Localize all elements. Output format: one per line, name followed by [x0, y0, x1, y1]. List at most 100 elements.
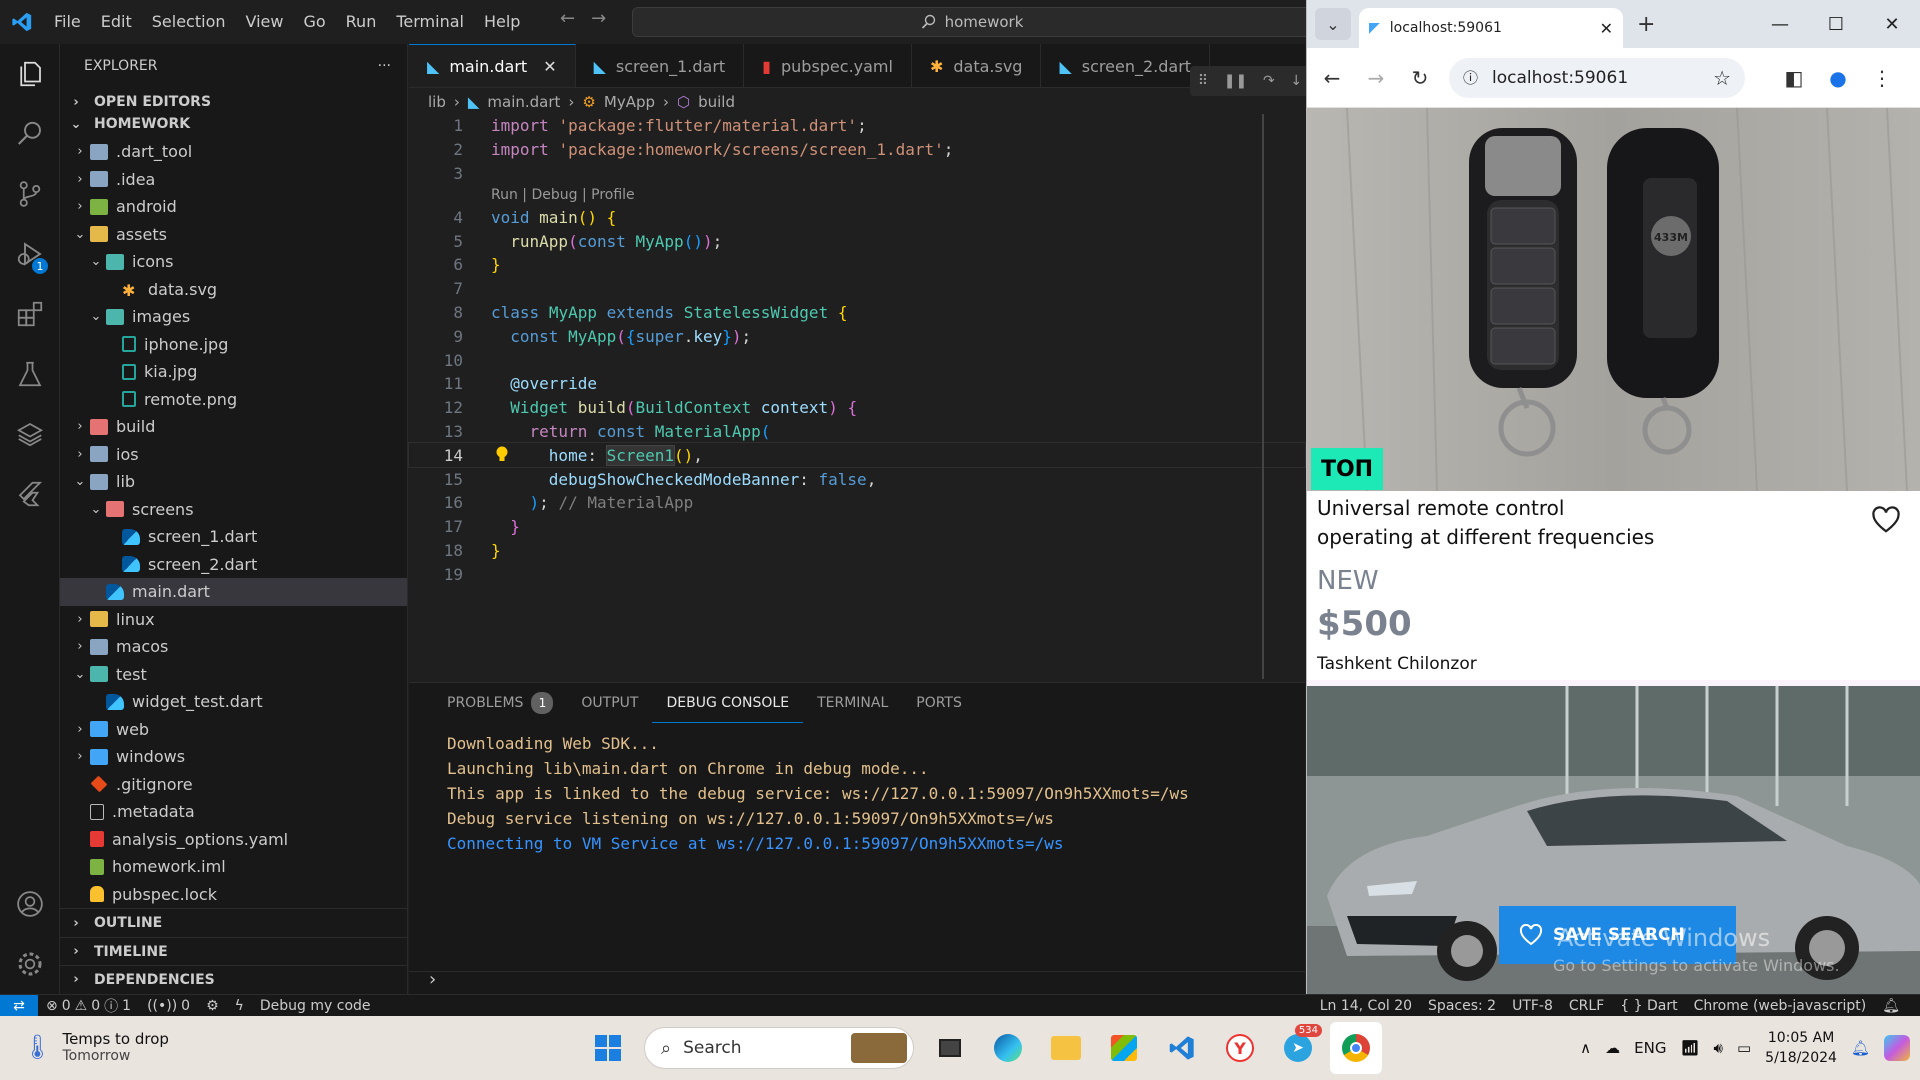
volume-icon[interactable]: 🔊︎: [1714, 1039, 1723, 1057]
forward-icon[interactable]: →: [1361, 66, 1391, 90]
accounts-activity[interactable]: [0, 874, 60, 934]
maximize-icon[interactable]: ☐: [1808, 14, 1864, 35]
pause-icon[interactable]: ❚❚: [1224, 73, 1247, 89]
start-button[interactable]: [582, 1022, 634, 1074]
tab-data-svg[interactable]: ✱ data.svg: [912, 44, 1042, 87]
source-control-activity[interactable]: [0, 164, 60, 224]
wifi-icon[interactable]: 📶︎: [1680, 1039, 1699, 1057]
tree-item[interactable]: › web: [60, 716, 407, 744]
dependencies-section[interactable]: › DEPENDENCIES: [60, 965, 408, 993]
code-line[interactable]: 5 runApp(const MyApp());: [409, 229, 1305, 253]
edge-app[interactable]: [982, 1022, 1034, 1074]
step-over-icon[interactable]: ↷: [1263, 73, 1275, 89]
tree-item[interactable]: homework.iml: [60, 853, 407, 881]
console-input-prompt[interactable]: ›: [429, 969, 436, 990]
extensions-activity[interactable]: [0, 284, 60, 344]
tree-item[interactable]: ⌄ assets: [60, 221, 407, 249]
lightbulb-icon[interactable]: [494, 445, 510, 463]
tree-item[interactable]: pubspec.lock: [60, 881, 407, 909]
settings-activity[interactable]: [0, 934, 60, 994]
back-arrow-icon[interactable]: ←: [560, 8, 575, 29]
tab-pubspec-yaml[interactable]: ▮ pubspec.yaml: [744, 44, 912, 87]
more-menu-icon[interactable]: ⋮: [1867, 66, 1897, 90]
close-tab-icon[interactable]: ✕: [543, 57, 556, 76]
tab-debug-console[interactable]: DEBUG CONSOLE: [652, 684, 804, 723]
tree-item[interactable]: › android: [60, 193, 407, 221]
testing-activity[interactable]: [0, 344, 60, 404]
explorer-more-actions[interactable]: ···: [378, 58, 391, 74]
search-activity[interactable]: [0, 104, 60, 164]
close-tab-icon[interactable]: ✕: [1600, 19, 1613, 38]
clock[interactable]: 10:05 AM 5/18/2024: [1765, 1028, 1837, 1068]
code-line[interactable]: 13 return const MaterialApp(: [409, 420, 1305, 444]
close-window-icon[interactable]: ✕: [1864, 14, 1920, 35]
tree-item[interactable]: › linux: [60, 606, 407, 634]
code-line[interactable]: 11 @override: [409, 372, 1305, 396]
encoding-status[interactable]: UTF-8: [1504, 998, 1561, 1014]
tree-item[interactable]: › windows: [60, 743, 407, 771]
ports-status[interactable]: ((•)) 0: [139, 998, 198, 1014]
drag-handle-icon[interactable]: ⠿: [1198, 73, 1208, 89]
eol-status[interactable]: CRLF: [1561, 998, 1612, 1014]
workspace-root-section[interactable]: ⌄ HOMEWORK: [60, 110, 407, 138]
menu-view[interactable]: View: [236, 0, 294, 44]
tab-problems[interactable]: PROBLEMS 1: [433, 683, 567, 723]
step-into-icon[interactable]: ↓: [1290, 73, 1302, 89]
file-explorer-app[interactable]: [1040, 1022, 1092, 1074]
reload-icon[interactable]: ↻: [1405, 66, 1435, 90]
store-app[interactable]: [1098, 1022, 1150, 1074]
menu-help[interactable]: Help: [474, 0, 530, 44]
tab-screen-2-dart[interactable]: ◣ screen_2.dart: [1041, 44, 1211, 87]
code-line[interactable]: 1 import 'package:flutter/material.dart';: [409, 114, 1305, 138]
listing-title[interactable]: Universal remote control operating at di…: [1317, 494, 1837, 552]
command-center[interactable]: homework: [632, 7, 1312, 37]
chevron-up-icon[interactable]: ∧: [1580, 1039, 1591, 1057]
menu-run[interactable]: Run: [336, 0, 387, 44]
code-line[interactable]: 19: [409, 562, 1305, 586]
minimize-icon[interactable]: —: [1752, 14, 1808, 35]
breadcrumb-file[interactable]: main.dart: [487, 93, 560, 111]
device-status[interactable]: Chrome (web-javascript): [1686, 998, 1875, 1014]
tree-item[interactable]: iphone.jpg: [60, 331, 407, 359]
stack-activity[interactable]: [0, 404, 60, 464]
menu-terminal[interactable]: Terminal: [386, 0, 474, 44]
code-line[interactable]: 8 class MyApp extends StatelessWidget {: [409, 301, 1305, 325]
menu-file[interactable]: File: [44, 0, 91, 44]
run-debug-activity[interactable]: 1: [0, 224, 60, 284]
breadcrumb-method[interactable]: build: [698, 93, 735, 111]
debug-status[interactable]: ⚙: [198, 998, 227, 1014]
favorite-heart-icon[interactable]: [1871, 506, 1901, 534]
tab-terminal[interactable]: TERMINAL: [803, 683, 902, 723]
indentation-status[interactable]: Spaces: 2: [1420, 998, 1504, 1014]
cursor-position-status[interactable]: Ln 14, Col 20: [1312, 998, 1420, 1014]
code-line[interactable]: 12 Widget build(BuildContext context) {: [409, 396, 1305, 420]
chrome-app[interactable]: [1330, 1022, 1382, 1074]
code-editor[interactable]: 1 import 'package:flutter/material.dart';…: [408, 114, 1306, 682]
language-status[interactable]: { } Dart: [1612, 998, 1685, 1014]
menu-go[interactable]: Go: [293, 0, 335, 44]
onedrive-cloud-icon[interactable]: ☁: [1605, 1039, 1620, 1057]
weather-widget[interactable]: 🌡︎ Temps to drop Tomorrow: [22, 1030, 169, 1064]
tab-ports[interactable]: PORTS: [902, 683, 976, 723]
tree-item[interactable]: remote.png: [60, 386, 407, 414]
yandex-browser-app[interactable]: Y: [1214, 1022, 1266, 1074]
code-line[interactable]: 2 import 'package:homework/screens/screen…: [409, 138, 1305, 162]
editor-scrollbar[interactable]: [1262, 114, 1264, 679]
tree-item[interactable]: › ios: [60, 441, 407, 469]
notifications-status[interactable]: 🔔︎: [1874, 998, 1920, 1014]
tab-screen-1-dart[interactable]: ◣ screen_1.dart: [576, 44, 745, 87]
code-line[interactable]: 10: [409, 348, 1305, 372]
back-icon[interactable]: ←: [1317, 66, 1347, 90]
address-bar[interactable]: ⓘ localhost:59061 ☆: [1449, 57, 1745, 98]
breadcrumb-lib[interactable]: lib: [428, 93, 446, 111]
tree-item[interactable]: › build: [60, 413, 407, 441]
task-view-button[interactable]: [924, 1022, 976, 1074]
new-tab-button[interactable]: +: [1637, 12, 1655, 37]
breadcrumb-class[interactable]: MyApp: [604, 93, 655, 111]
outline-section[interactable]: › OUTLINE: [60, 909, 408, 937]
copilot-icon[interactable]: [1884, 1035, 1910, 1061]
menu-edit[interactable]: Edit: [91, 0, 142, 44]
taskbar-search[interactable]: ⌕ Search: [644, 1027, 914, 1069]
remote-control-image[interactable]: 433M: [1307, 108, 1920, 492]
battery-icon[interactable]: ▭: [1737, 1039, 1751, 1057]
